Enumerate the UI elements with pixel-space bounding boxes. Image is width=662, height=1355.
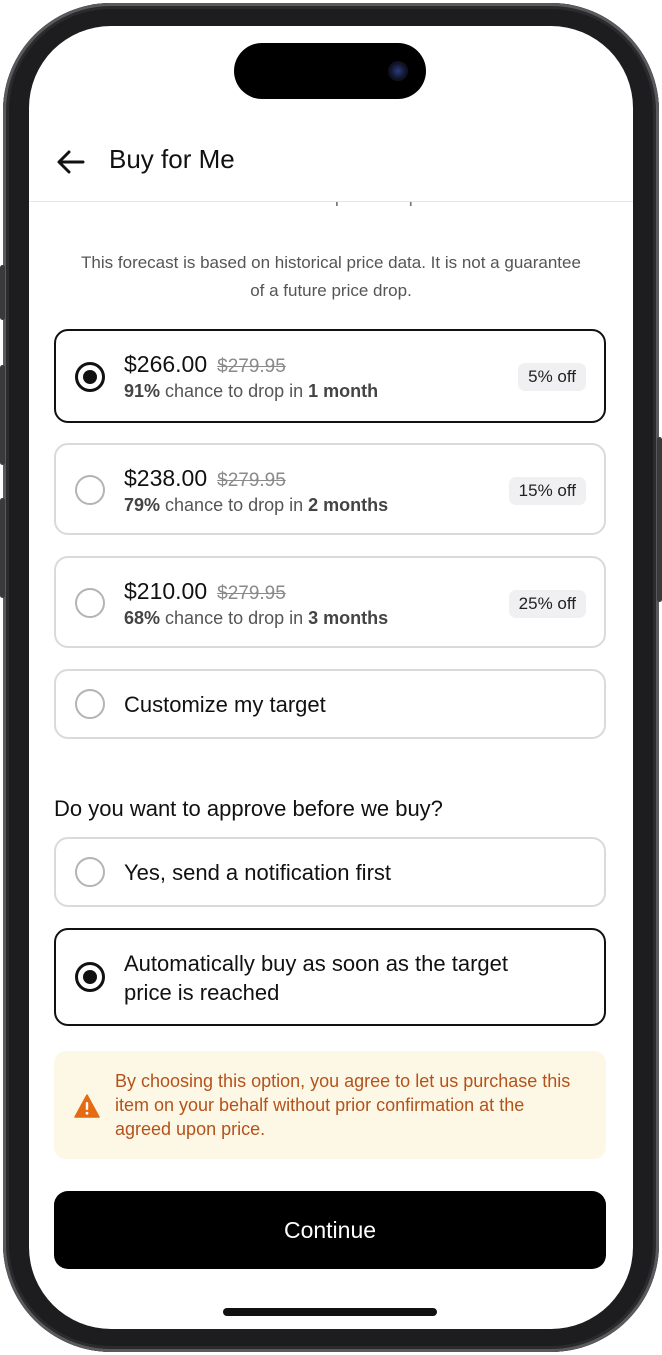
- radio-selected[interactable]: [75, 962, 105, 992]
- radio-unselected[interactable]: [75, 588, 105, 618]
- drop-chance: 79%: [124, 495, 161, 515]
- approval-option-notify[interactable]: Yes, send a notification first: [54, 837, 606, 907]
- top-bar: Buy for Me: [29, 126, 633, 202]
- approval-option-label: Yes, send a notification first: [124, 860, 392, 885]
- radio-unselected[interactable]: [75, 475, 105, 505]
- price-option-2[interactable]: $238.00 $279.95 79% chance to drop in 2 m…: [54, 443, 606, 535]
- warning-text: By choosing this option, you agree to le…: [115, 1071, 571, 1139]
- continue-button[interactable]: Continue: [54, 1191, 606, 1269]
- back-arrow-icon[interactable]: [55, 146, 87, 178]
- discount-badge: 25% off: [508, 590, 586, 618]
- original-price: $279.95: [217, 356, 286, 377]
- drop-chance: 91%: [124, 381, 161, 401]
- auto-buy-warning: By choosing this option, you agree to le…: [54, 1051, 606, 1159]
- volume-up-button: [0, 365, 5, 465]
- power-button: [657, 437, 662, 602]
- target-price: $238.00: [124, 465, 208, 491]
- warning-triangle-icon: [74, 1094, 100, 1118]
- drop-period: 1 month: [308, 381, 379, 401]
- discount-badge: 5% off: [518, 363, 586, 391]
- volume-down-button: [0, 498, 5, 598]
- price-option-3[interactable]: $210.00 $279.95 68% chance to drop in 3 m…: [54, 556, 606, 648]
- original-price: $279.95: [217, 470, 286, 491]
- phone-screen: Chance of price drop This forecast is ba…: [29, 26, 633, 1329]
- dynamic-island: [234, 43, 426, 99]
- approval-option-auto-buy[interactable]: Automatically buy as soon as the target …: [54, 928, 606, 1026]
- customize-target-label: Customize my target: [124, 692, 326, 717]
- discount-badge: 15% off: [508, 477, 586, 505]
- customize-target-option[interactable]: Customize my target: [54, 669, 606, 739]
- home-indicator[interactable]: [223, 1308, 437, 1316]
- forecast-disclaimer: This forecast is based on historical pri…: [81, 253, 581, 300]
- drop-chance: 68%: [124, 608, 161, 628]
- action-button: [0, 265, 5, 320]
- original-price: $279.95: [217, 583, 286, 604]
- drop-period: 3 months: [308, 608, 389, 628]
- drop-period: 2 months: [308, 495, 389, 515]
- camera-icon: [388, 61, 408, 81]
- content-area: Chance of price drop This forecast is ba…: [29, 26, 633, 1329]
- target-price: $210.00: [124, 578, 208, 604]
- radio-unselected[interactable]: [75, 857, 105, 887]
- target-price: $266.00: [124, 351, 208, 377]
- radio-unselected[interactable]: [75, 689, 105, 719]
- page-title: Buy for Me: [109, 144, 235, 174]
- approval-question: Do you want to approve before we buy?: [54, 796, 443, 821]
- price-option-1[interactable]: $266.00 $279.95 91% chance to drop in 1 m…: [54, 329, 606, 423]
- radio-selected[interactable]: [75, 362, 105, 392]
- approval-option-label: Automatically buy as soon as the target …: [124, 951, 508, 1005]
